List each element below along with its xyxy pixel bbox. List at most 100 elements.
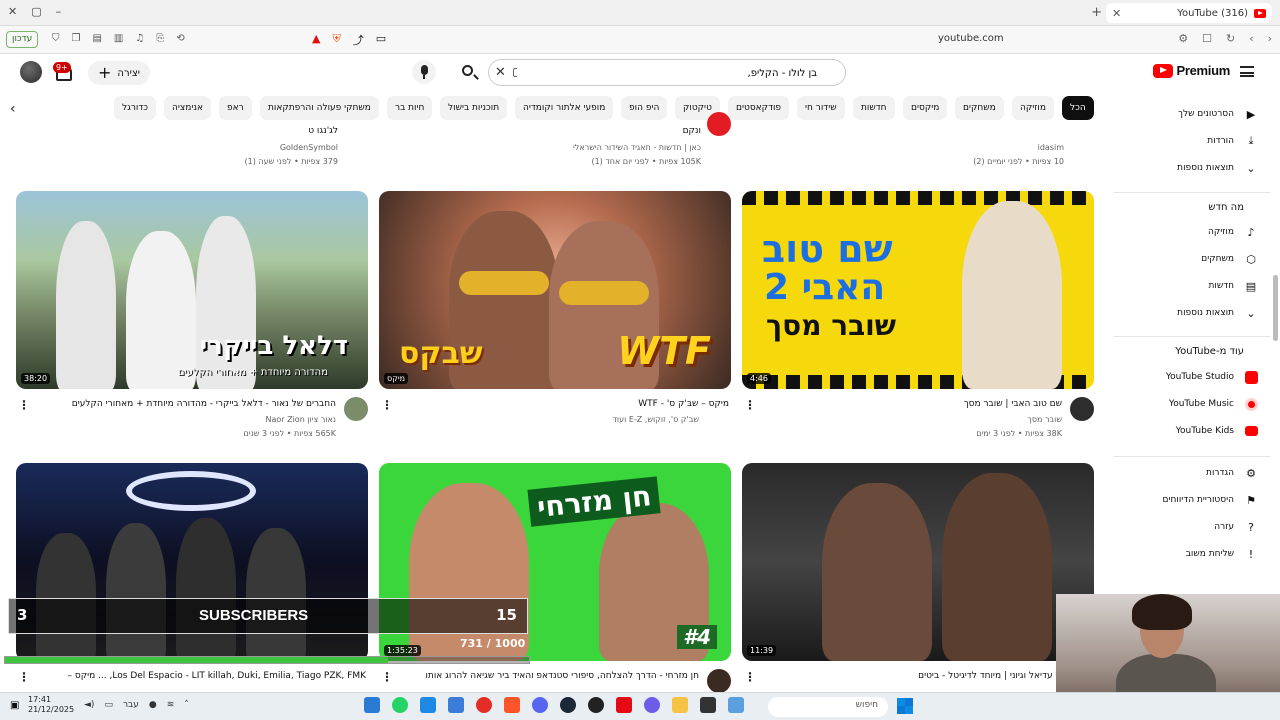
steam-icon[interactable] (560, 697, 576, 713)
sidebar-icon[interactable]: ▥ (114, 33, 123, 44)
volume-icon[interactable]: ◄) (84, 700, 94, 710)
chip-1[interactable]: מוזיקה (1012, 96, 1054, 120)
language-indicator[interactable]: עבר (123, 700, 139, 710)
discord-icon[interactable] (532, 697, 548, 713)
chip-13[interactable]: ראפ (219, 96, 252, 120)
app-icon[interactable] (364, 697, 380, 713)
channel-name[interactable]: idasim (1038, 143, 1064, 152)
youtube-app-icon[interactable] (476, 697, 492, 713)
app-icon[interactable] (420, 697, 436, 713)
taskbar-clock[interactable]: 17:41 21/12/2025 (28, 695, 74, 715)
chip-11[interactable]: חיות בר (387, 96, 433, 120)
video-thumbnail-6[interactable]: 11:39 (742, 463, 1094, 661)
more-options-icon[interactable]: ⋮ (18, 398, 30, 412)
taskbar-search[interactable]: חיפוש (768, 697, 888, 717)
create-button[interactable]: יצירה + (88, 61, 150, 85)
app-icon[interactable] (728, 697, 744, 713)
sidebar-item[interactable]: ▶ הסרטונים שלך (1178, 105, 1258, 123)
windows-start-icon[interactable] (897, 698, 913, 714)
youtube-logo[interactable]: Premium (1153, 63, 1230, 78)
update-button[interactable]: עדכון (6, 31, 39, 48)
video-title[interactable]: באטל של עדיאל וגיוני | מיוחד לדיגיטל - ב… (776, 671, 1092, 681)
more-options-icon[interactable]: ⋮ (18, 670, 30, 684)
sidebar-item[interactable]: ? עזרה (1214, 518, 1258, 536)
close-tab-icon[interactable]: ✕ (1112, 7, 1121, 20)
hamburger-menu-icon[interactable] (1240, 66, 1254, 77)
channel-name[interactable]: נאור ציון Naor Zion (265, 415, 336, 424)
chip-3[interactable]: מיקסים (903, 96, 948, 120)
chip-9[interactable]: מופעי אלתור וקומדיה (515, 96, 614, 120)
monitor-icon[interactable]: ▭ (104, 700, 113, 710)
chip-6[interactable]: פודקאסטים (728, 96, 790, 120)
warning-icon[interactable]: ▲ (312, 32, 320, 48)
new-tab-button[interactable]: + (1091, 5, 1102, 20)
channel-avatar[interactable] (1070, 397, 1094, 421)
video-thumbnail-3[interactable]: שם טוב האבי 2 שובר מסך 4:46 (742, 191, 1094, 389)
wifi-icon[interactable]: ≋ (167, 700, 175, 710)
sidebar-item[interactable]: ⌄ תוצאות נוספות (1177, 159, 1258, 177)
channel-name[interactable]: שובר מסך (1028, 415, 1062, 424)
brave-shield-icon[interactable]: ⛨ (332, 32, 340, 48)
back-icon[interactable]: ‹ (1249, 32, 1253, 45)
sidebar-item[interactable]: YouTube Music (1169, 395, 1258, 413)
video-title[interactable]: ונקם (401, 126, 701, 136)
channel-name[interactable]: GoldenSymbol (280, 143, 338, 152)
more-options-icon[interactable]: ⋮ (381, 398, 393, 412)
bookmark-icon[interactable]: ☐ (1202, 32, 1212, 45)
screenshot-icon[interactable]: ⎘ (156, 33, 164, 44)
search-button[interactable] (456, 60, 482, 86)
app-icon[interactable] (448, 697, 464, 713)
video-thumbnail-2[interactable]: WTF שבקס מיקס (379, 191, 731, 389)
more-options-icon[interactable]: ⋮ (381, 670, 393, 684)
chip-10[interactable]: תוכניות בישול (440, 96, 508, 120)
chevron-left-icon[interactable]: ‹ (10, 101, 16, 117)
chip-0[interactable]: הכל (1062, 96, 1094, 120)
chevron-up-icon[interactable]: ˄ (184, 700, 189, 710)
more-options-icon[interactable]: ⋮ (744, 398, 756, 412)
brave-icon[interactable] (504, 697, 520, 713)
channel-name[interactable]: כאן | חדשות - תאגיד השידור הישראלי (573, 143, 701, 152)
url-text[interactable]: youtube.com (938, 33, 1004, 44)
sidebar-item[interactable]: ⬡ משחקים (1201, 250, 1258, 268)
reader-icon[interactable]: ▤ (92, 33, 101, 44)
chatgpt-icon[interactable] (588, 697, 604, 713)
chip-15[interactable]: כדורגל (114, 96, 157, 120)
notification-icon[interactable]: ▣ (10, 700, 19, 711)
microphone-icon[interactable]: ● (149, 700, 157, 710)
chip-12[interactable]: משחקי פעולה והרפתקאות (260, 96, 379, 120)
video-title[interactable]: לג'נגו ט (38, 126, 338, 136)
minimize-window-icon[interactable]: – (56, 5, 62, 18)
channel-avatar[interactable] (707, 669, 731, 693)
sidebar-item[interactable]: YouTube Kids (1176, 422, 1258, 440)
video-thumbnail-1[interactable]: דלאל בייקרי מהדורה מיוחדת + מאחורי הקלעי… (16, 191, 368, 389)
chip-2[interactable]: משחקים (955, 96, 1004, 120)
video-title[interactable]: החברים של נאור - דלאל בייקרי - מהדורה מי… (20, 399, 336, 409)
sidebar-item[interactable]: ⚑ היסטוריית הדיווחים (1163, 491, 1258, 509)
whatsapp-icon[interactable] (392, 697, 408, 713)
copy-icon[interactable]: ❐ (72, 33, 81, 44)
close-window-icon[interactable]: ✕ (8, 5, 17, 18)
sidebar-item[interactable]: ! שליחת משוב (1186, 545, 1258, 563)
clear-search-icon[interactable]: ✕ (495, 65, 506, 80)
sync-icon[interactable]: ⟲ (176, 33, 184, 44)
file-explorer-icon[interactable] (672, 697, 688, 713)
maximize-window-icon[interactable]: ▢ (31, 5, 41, 18)
search-input[interactable] (517, 64, 817, 82)
cast-icon[interactable]: ▭ (376, 32, 386, 48)
sidebar-scrollbar[interactable] (1273, 275, 1278, 341)
channel-avatar[interactable] (344, 397, 368, 421)
chip-14[interactable]: אנימציה (164, 96, 211, 120)
share-icon[interactable]: ⤴ (353, 32, 364, 48)
voice-search-icon[interactable] (412, 60, 436, 84)
avatar[interactable] (20, 61, 42, 83)
video-title[interactable]: מיקס – שבּ'ק ס' - WTF (413, 399, 729, 409)
sidebar-item[interactable]: ⌄ תוצאות נוספות (1177, 304, 1258, 322)
music-icon[interactable]: ♫ (135, 33, 144, 44)
site-settings-icon[interactable]: ⚙ (1178, 32, 1188, 45)
shield-icon[interactable]: ⛉ (52, 33, 60, 44)
reload-icon[interactable]: ↻ (1226, 32, 1235, 45)
chip-8[interactable]: היפ הופ (621, 96, 668, 120)
sidebar-item[interactable]: ▤ חדשות (1208, 277, 1258, 295)
sidebar-item[interactable]: ♪ מוזיקה (1208, 223, 1258, 241)
sidebar-item[interactable]: ⚙ הגדרות (1206, 464, 1258, 482)
